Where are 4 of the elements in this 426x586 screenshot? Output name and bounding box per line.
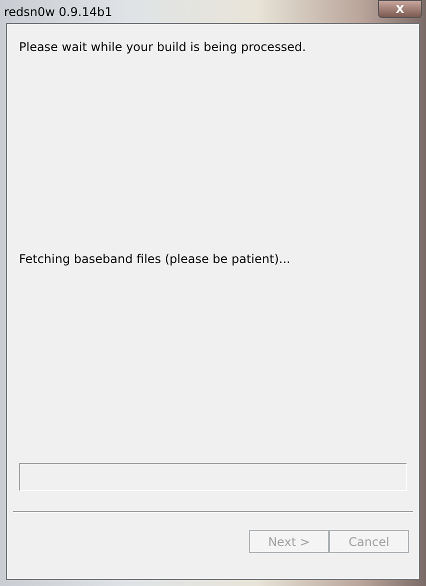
close-button[interactable]: X [378,0,422,18]
status-text: Fetching baseband files (please be patient)... [19,252,292,266]
window-title: redsn0w 0.9.14b1 [4,4,112,18]
header-text: Please wait while your build is being processed. [19,40,307,54]
